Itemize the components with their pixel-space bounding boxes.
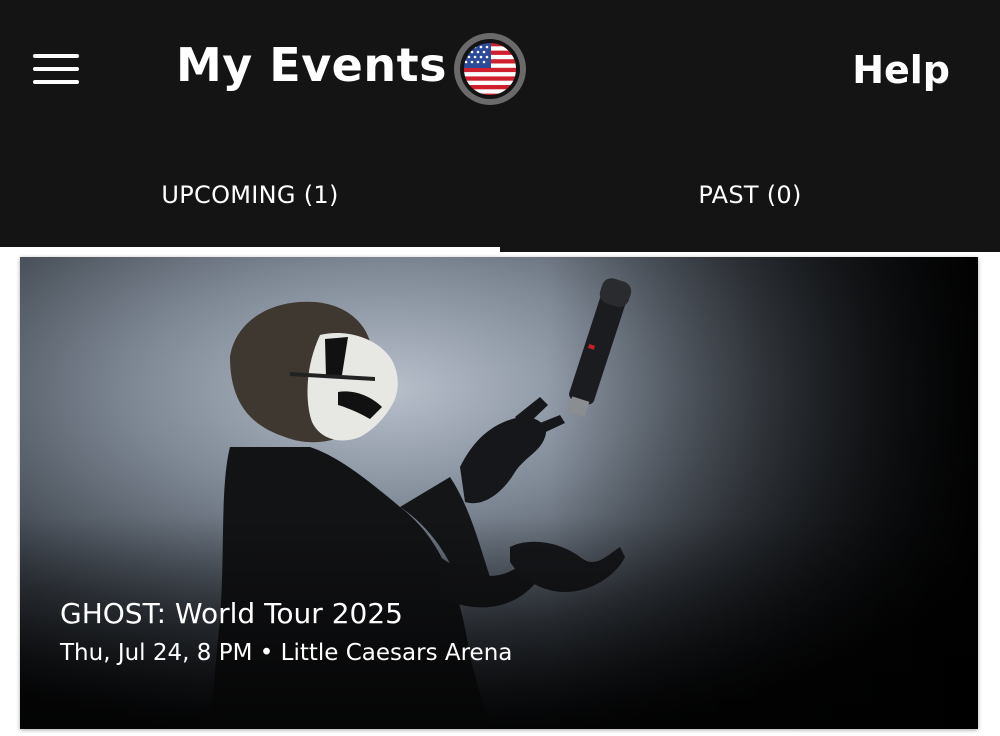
event-details: Thu, Jul 24, 8 PM • Little Caesars Arena — [60, 640, 512, 666]
menu-bar — [33, 54, 79, 58]
my-events-screen: My Events Help UPCOMING (1) PAST (0) GHO… — [0, 0, 1000, 736]
tab-past-label: PAST (0) — [698, 181, 802, 209]
hamburger-menu-icon[interactable] — [26, 42, 86, 94]
tab-past[interactable]: PAST (0) — [500, 165, 1000, 252]
menu-bar — [33, 67, 79, 71]
header: My Events Help UPCOMING (1) PAST (0) — [0, 0, 1000, 252]
help-link[interactable]: Help — [852, 48, 950, 92]
event-date: Thu, Jul 24, 8 PM — [60, 640, 253, 666]
us-flag-icon — [460, 39, 520, 99]
page-title: My Events — [176, 38, 447, 92]
tab-upcoming-label: UPCOMING (1) — [161, 181, 339, 209]
menu-bar — [33, 80, 79, 84]
event-card[interactable]: GHOST: World Tour 2025 Thu, Jul 24, 8 PM… — [20, 257, 978, 729]
event-venue: Little Caesars Arena — [280, 640, 513, 666]
active-tab-indicator — [0, 247, 500, 252]
region-selector-button[interactable] — [454, 33, 526, 105]
event-separator: • — [259, 640, 274, 666]
tab-upcoming[interactable]: UPCOMING (1) — [0, 165, 500, 252]
event-title: GHOST: World Tour 2025 — [60, 597, 403, 630]
